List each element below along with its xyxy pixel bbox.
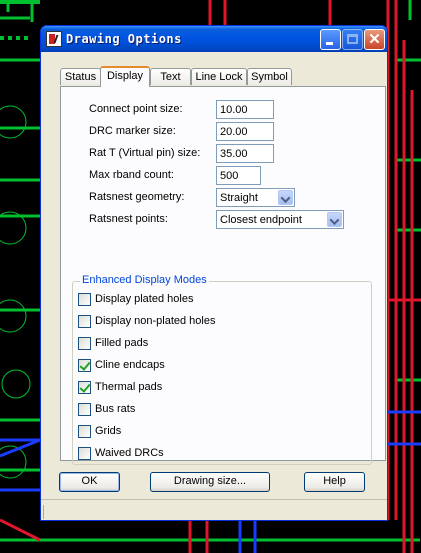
tab-text[interactable]: Text bbox=[150, 68, 191, 85]
ratsnest-geometry-select[interactable]: Straight bbox=[216, 188, 295, 207]
ratsnest-geometry-value: Straight bbox=[220, 192, 258, 204]
checkbox[interactable] bbox=[78, 425, 91, 438]
connect-point-size-input[interactable]: 10.00 bbox=[216, 100, 274, 119]
checkbox-label: Display non-plated holes bbox=[95, 315, 216, 327]
checkbox-label: Bus rats bbox=[95, 403, 136, 415]
close-icon: ✕ bbox=[368, 31, 381, 48]
window-title: Drawing Options bbox=[66, 32, 182, 46]
help-button[interactable]: Help bbox=[304, 472, 365, 492]
ratsnest-geometry-label: Ratsnest geometry: bbox=[89, 191, 185, 203]
enhanced-display-modes-group: Enhanced Display Modes Display plated ho… bbox=[72, 274, 372, 465]
status-bar-divider bbox=[43, 505, 50, 519]
chevron-down-icon[interactable] bbox=[278, 190, 293, 205]
chevron-down-icon[interactable] bbox=[327, 212, 342, 227]
app-icon[interactable] bbox=[46, 31, 62, 47]
ok-button[interactable]: OK bbox=[59, 472, 120, 492]
rat-t-size-input[interactable]: 35.00 bbox=[216, 144, 274, 163]
checkbox-label: Grids bbox=[95, 425, 122, 437]
ratsnest-points-select[interactable]: Closest endpoint bbox=[216, 210, 344, 229]
drawing-options-dialog: Drawing Options ✕ Status Display Text Li… bbox=[40, 25, 388, 521]
checkbox[interactable] bbox=[78, 447, 91, 460]
max-rband-count-input[interactable]: 500 bbox=[216, 166, 261, 185]
minimize-icon bbox=[326, 42, 333, 45]
checkbox-label: Thermal pads bbox=[95, 381, 163, 393]
ratsnest-points-label: Ratsnest points: bbox=[89, 213, 168, 225]
tab-display[interactable]: Display bbox=[100, 66, 150, 87]
checkbox-checked[interactable] bbox=[78, 359, 91, 372]
maximize-button bbox=[342, 29, 363, 50]
maximize-icon bbox=[347, 34, 358, 44]
checkbox[interactable] bbox=[78, 293, 91, 306]
group-title: Enhanced Display Modes bbox=[80, 274, 209, 286]
checkbox-label: Waived DRCs bbox=[95, 447, 164, 459]
rat-t-size-label: Rat T (Virtual pin) size: bbox=[89, 147, 201, 159]
max-rband-count-label: Max rband count: bbox=[89, 169, 174, 181]
status-bar bbox=[41, 499, 387, 522]
checkbox-label: Display plated holes bbox=[95, 293, 194, 305]
checkbox-label: Cline endcaps bbox=[95, 359, 165, 371]
checkbox[interactable] bbox=[78, 337, 91, 350]
checkbox[interactable] bbox=[78, 403, 91, 416]
tab-symbol[interactable]: Symbol bbox=[247, 68, 292, 85]
checkbox-label: Filled pads bbox=[95, 337, 149, 349]
drc-marker-size-input[interactable]: 20.00 bbox=[216, 122, 274, 141]
minimize-button[interactable] bbox=[320, 29, 341, 50]
connect-point-size-label: Connect point size: bbox=[89, 103, 183, 115]
tab-status[interactable]: Status bbox=[60, 68, 101, 85]
ratsnest-points-value: Closest endpoint bbox=[220, 214, 302, 226]
checkbox-checked[interactable] bbox=[78, 381, 91, 394]
drawing-size-button[interactable]: Drawing size... bbox=[150, 472, 270, 492]
title-bar[interactable]: Drawing Options ✕ bbox=[41, 26, 387, 52]
close-button[interactable]: ✕ bbox=[364, 29, 385, 50]
checkbox[interactable] bbox=[78, 315, 91, 328]
display-tab-panel: Connect point size: 10.00 DRC marker siz… bbox=[60, 86, 386, 465]
drc-marker-size-label: DRC marker size: bbox=[89, 125, 176, 137]
tab-line-lock[interactable]: Line Lock bbox=[191, 68, 247, 85]
